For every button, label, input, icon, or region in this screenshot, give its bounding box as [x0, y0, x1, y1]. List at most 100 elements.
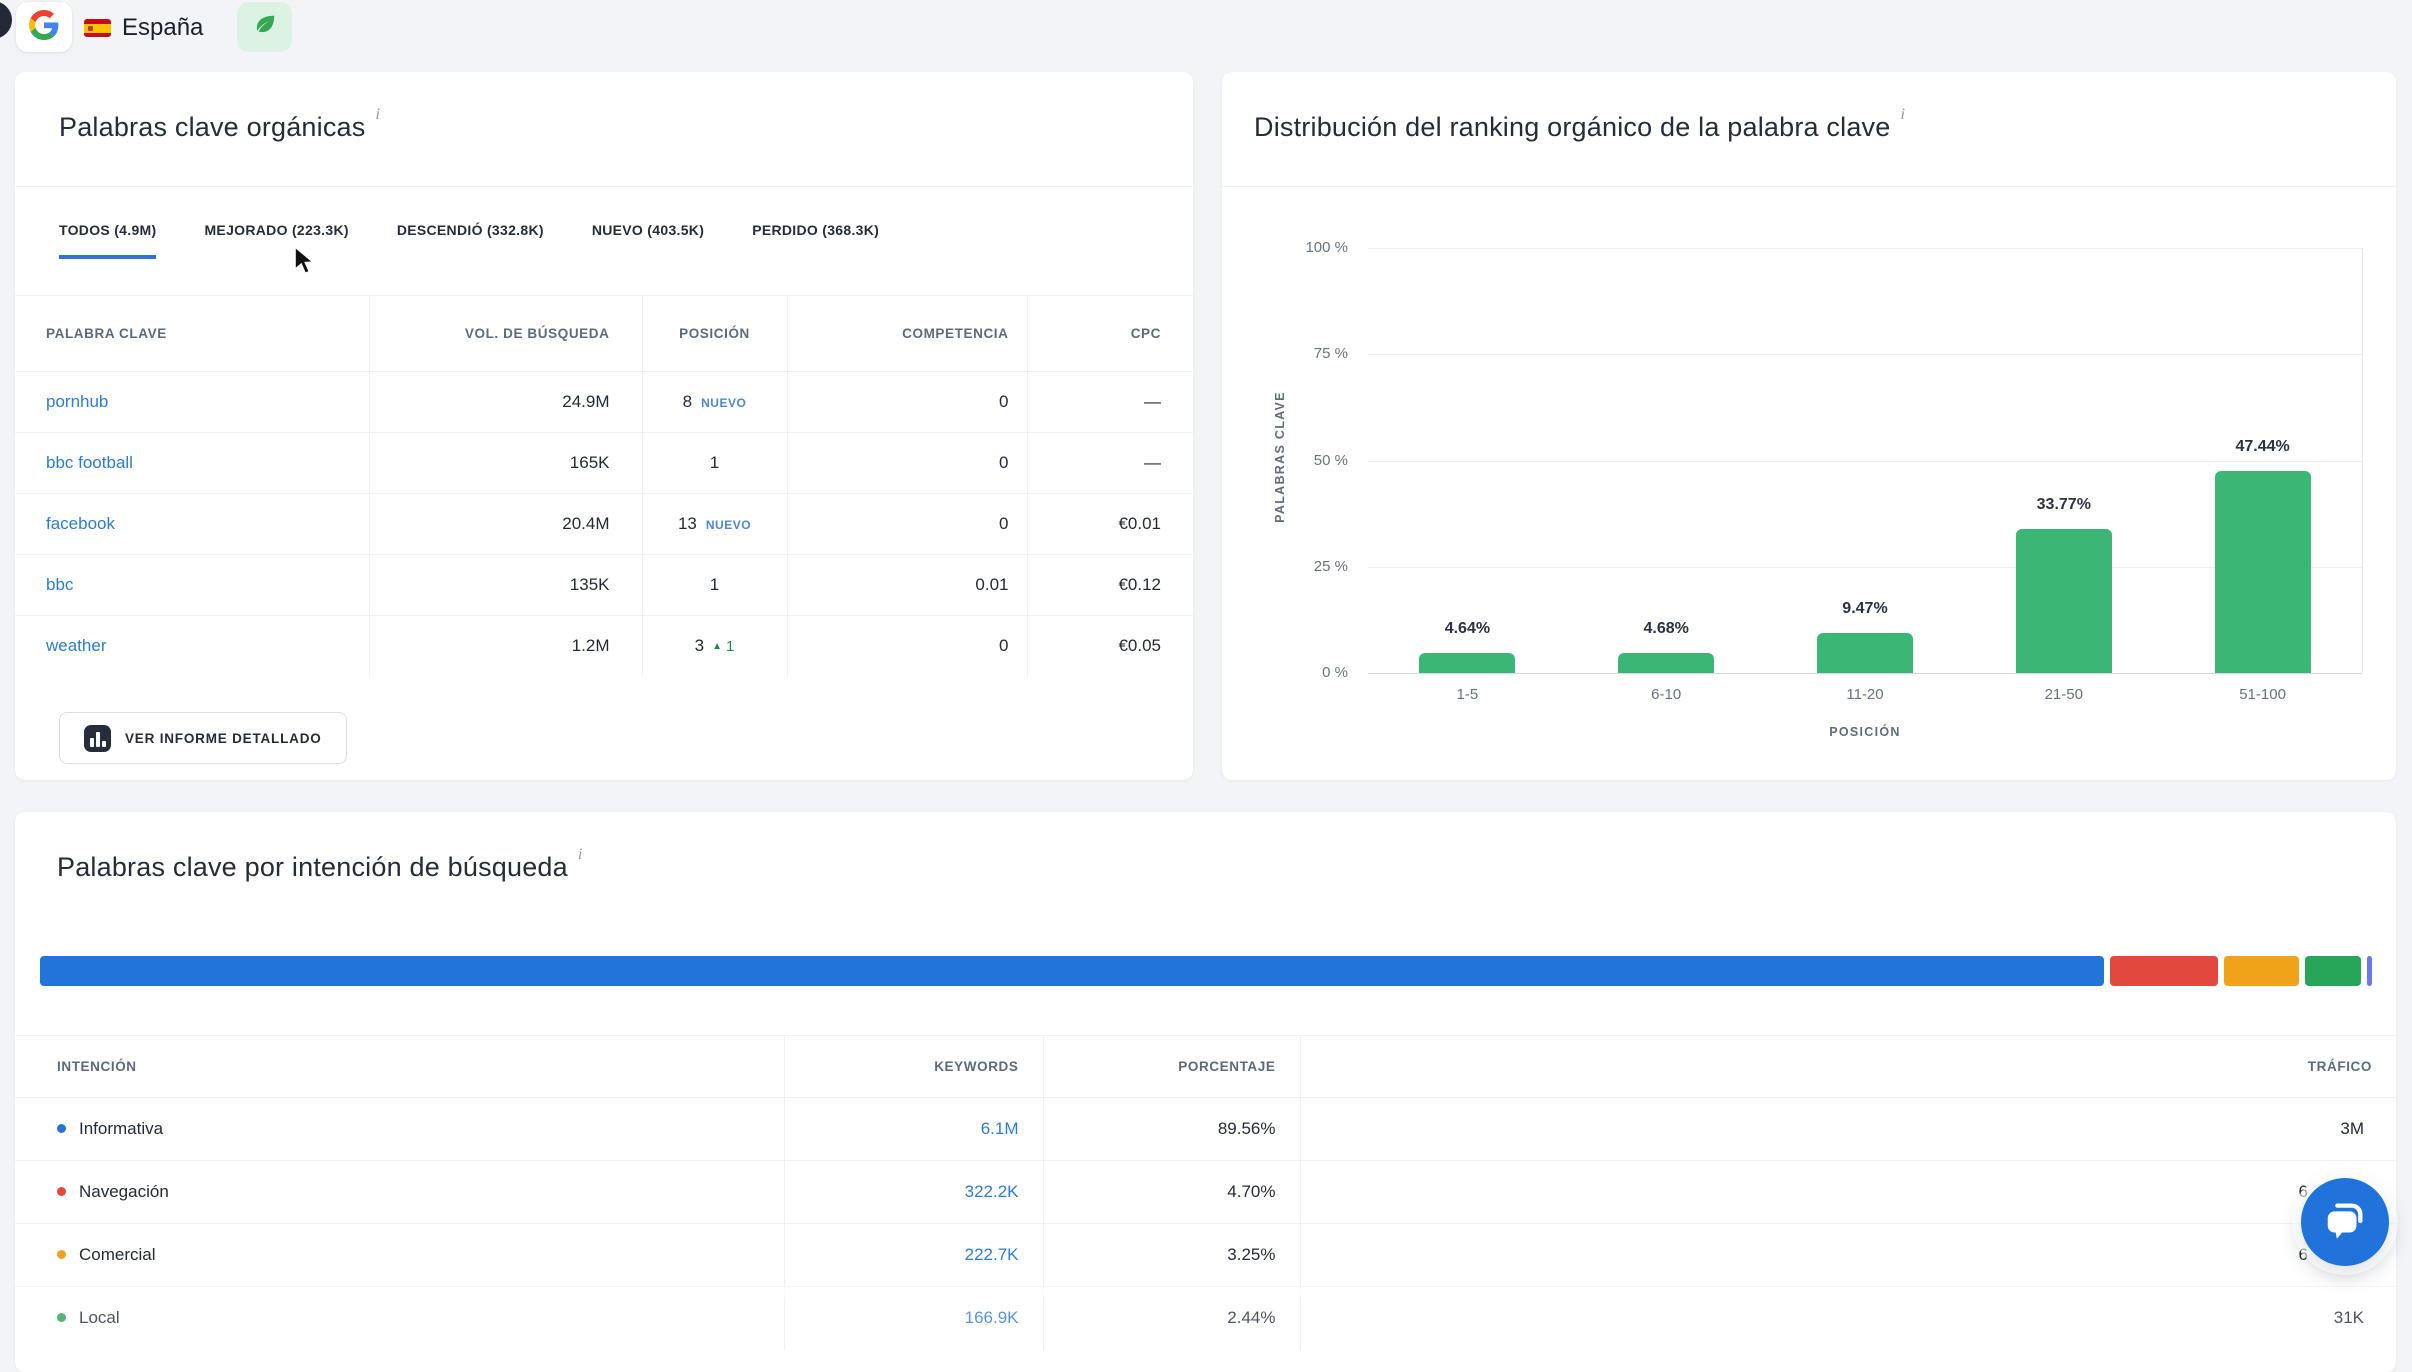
leaf-icon — [252, 12, 278, 43]
bar-value-label: 47.44% — [2163, 438, 2362, 456]
chat-bubble-icon — [2322, 1197, 2368, 1248]
intent-cell: Informativa — [15, 1098, 784, 1161]
intent-color-dot — [57, 1124, 66, 1133]
info-icon[interactable]: i — [375, 106, 380, 123]
info-icon[interactable]: i — [578, 846, 583, 863]
table-header-row: PALABRA CLAVEVOL. DE BÚSQUEDAPOSICIÓNCOM… — [15, 296, 1193, 372]
x-tick-label: 1-5 — [1368, 686, 1567, 703]
keywords-count-link[interactable]: 166.9K — [965, 1308, 1019, 1327]
leaf-chip[interactable] — [237, 2, 292, 52]
intent-segment-local[interactable] — [2305, 956, 2361, 986]
intent-panel: Palabras clave por intención de búsqueda… — [15, 812, 2396, 1372]
tab-todos[interactable]: TODOS (4.9M) — [59, 222, 156, 259]
traffic-cell: 3M — [1300, 1098, 2396, 1161]
y-tick-label: 0 % — [1264, 664, 1348, 681]
intent-row: Comercial 222.7K 3.25%6 — [15, 1224, 2396, 1287]
top-bar: España — [0, 0, 2412, 56]
intent-label: Local — [79, 1308, 120, 1327]
cpc-cell: — — [1027, 372, 1193, 433]
column-header: PALABRA CLAVE — [15, 296, 369, 372]
position-cell: 1 — [642, 433, 787, 494]
position-delta: ▲1 — [712, 638, 734, 655]
bar-11-20[interactable] — [1817, 633, 1913, 673]
column-header: CPC — [1027, 296, 1193, 372]
corner-avatar[interactable] — [0, 1, 12, 39]
traffic-cell: 6 — [1300, 1161, 2396, 1224]
intent-segment-comercial[interactable] — [2224, 956, 2299, 986]
position-cell: 8NUEVO — [642, 372, 787, 433]
intent-table: INTENCIÓNKEYWORDSPORCENTAJETRÁFICO Infor… — [15, 1035, 2396, 1350]
tab-mejorado[interactable]: MEJORADO (223.3K) — [204, 222, 348, 259]
y-tick-label: 100 % — [1264, 239, 1348, 256]
bar-1-5[interactable] — [1419, 653, 1515, 673]
volume-cell: 1.2M — [369, 616, 642, 677]
volume-cell: 135K — [369, 555, 642, 616]
keywords-count-link[interactable]: 322.2K — [965, 1182, 1019, 1201]
percentage-cell: 3.25% — [1043, 1224, 1300, 1287]
table-row: facebook20.4M13NUEVO0€0.01 — [15, 494, 1193, 555]
bar-value-label: 4.68% — [1567, 620, 1766, 638]
keywords-count-link[interactable]: 222.7K — [965, 1245, 1019, 1264]
tab-descendió[interactable]: DESCENDIÓ (332.8K) — [397, 222, 544, 259]
position-cell: 13 NUEVO — [642, 494, 787, 555]
position-cell: 1 — [642, 555, 787, 616]
volume-cell: 24.9M — [369, 372, 642, 433]
cpc-cell: — — [1027, 433, 1193, 494]
position-value: 3 — [695, 636, 704, 655]
percentage-cell: 4.70% — [1043, 1161, 1300, 1224]
keyword-link[interactable]: bbc — [46, 575, 73, 594]
cpc-cell: €0.12 — [1027, 555, 1193, 616]
keyword-link[interactable]: facebook — [46, 514, 115, 533]
percentage-cell: 89.56% — [1043, 1098, 1300, 1161]
bar-value-label: 4.64% — [1368, 620, 1567, 638]
position-value: 13 — [678, 514, 697, 533]
traffic-cell: 31K — [1300, 1287, 2396, 1350]
google-chip[interactable] — [16, 2, 72, 52]
detailed-report-button[interactable]: VER INFORME DETALLADO — [59, 712, 347, 764]
keyword-tabs: TODOS (4.9M) MEJORADO (223.3K) DESCENDIÓ (… — [59, 222, 879, 259]
table-row: weather1.2M3▲10€0.05 — [15, 616, 1193, 677]
panel-title-distribution: Distribución del ranking orgánico de la … — [1254, 112, 1905, 143]
new-badge: NUEVO — [706, 518, 751, 532]
bar-chart-icon — [84, 725, 111, 752]
intent-row: Navegación322.2K4.70%6 — [15, 1161, 2396, 1224]
position-value: 8 — [683, 392, 692, 411]
tab-nuevo[interactable]: NUEVO (403.5K) — [592, 222, 704, 259]
intent-cell: Comercial — [15, 1224, 784, 1287]
keyword-link[interactable]: weather — [46, 636, 106, 655]
intent-row: Informativa 6.1M 89.56%3M — [15, 1098, 2396, 1161]
competition-cell: 0.01 — [787, 555, 1027, 616]
table-row: bbc 135K 1 0.01€0.12 — [15, 555, 1193, 616]
keywords-count-link[interactable]: 6.1M — [981, 1119, 1019, 1138]
keyword-cell: pornhub — [15, 372, 369, 433]
bar-51-100[interactable] — [2215, 471, 2311, 673]
country-label: España — [122, 14, 203, 42]
intent-row: Local166.9K2.44%31K — [15, 1287, 2396, 1350]
intent-segment-navegación[interactable] — [2110, 956, 2218, 986]
position-value: 1 — [710, 453, 719, 472]
bar-6-10[interactable] — [1618, 653, 1714, 673]
plot-right-border — [2362, 248, 2363, 673]
ranking-distribution-panel: Distribución del ranking orgánico de la … — [1222, 72, 2396, 780]
intent-segment-other[interactable] — [2367, 956, 2372, 986]
keywords-cell: 222.7K — [784, 1224, 1043, 1287]
chat-widget-button[interactable] — [2301, 1178, 2389, 1266]
cpc-cell: €0.05 — [1027, 616, 1193, 677]
keyword-link[interactable]: bbc football — [46, 453, 133, 472]
position-value: 1 — [710, 575, 719, 594]
intent-label: Comercial — [79, 1245, 156, 1264]
grid-line-100 — [1368, 248, 2362, 249]
table-row: bbc football165K10— — [15, 433, 1193, 494]
intent-segment-informativa[interactable] — [40, 956, 2104, 986]
intent-color-dot — [57, 1187, 66, 1196]
keywords-cell: 166.9K — [784, 1287, 1043, 1350]
tab-perdido[interactable]: PERDIDO (368.3K) — [752, 222, 879, 259]
cpc-cell: €0.01 — [1027, 494, 1193, 555]
bar-21-50[interactable] — [2016, 529, 2112, 673]
traffic-cell: 6 — [1300, 1224, 2396, 1287]
info-icon[interactable]: i — [1900, 106, 1905, 123]
keywords-cell: 322.2K — [784, 1161, 1043, 1224]
grid-line-25 — [1368, 567, 2362, 568]
keyword-link[interactable]: pornhub — [46, 392, 108, 411]
grid-line-0 — [1368, 673, 2362, 674]
